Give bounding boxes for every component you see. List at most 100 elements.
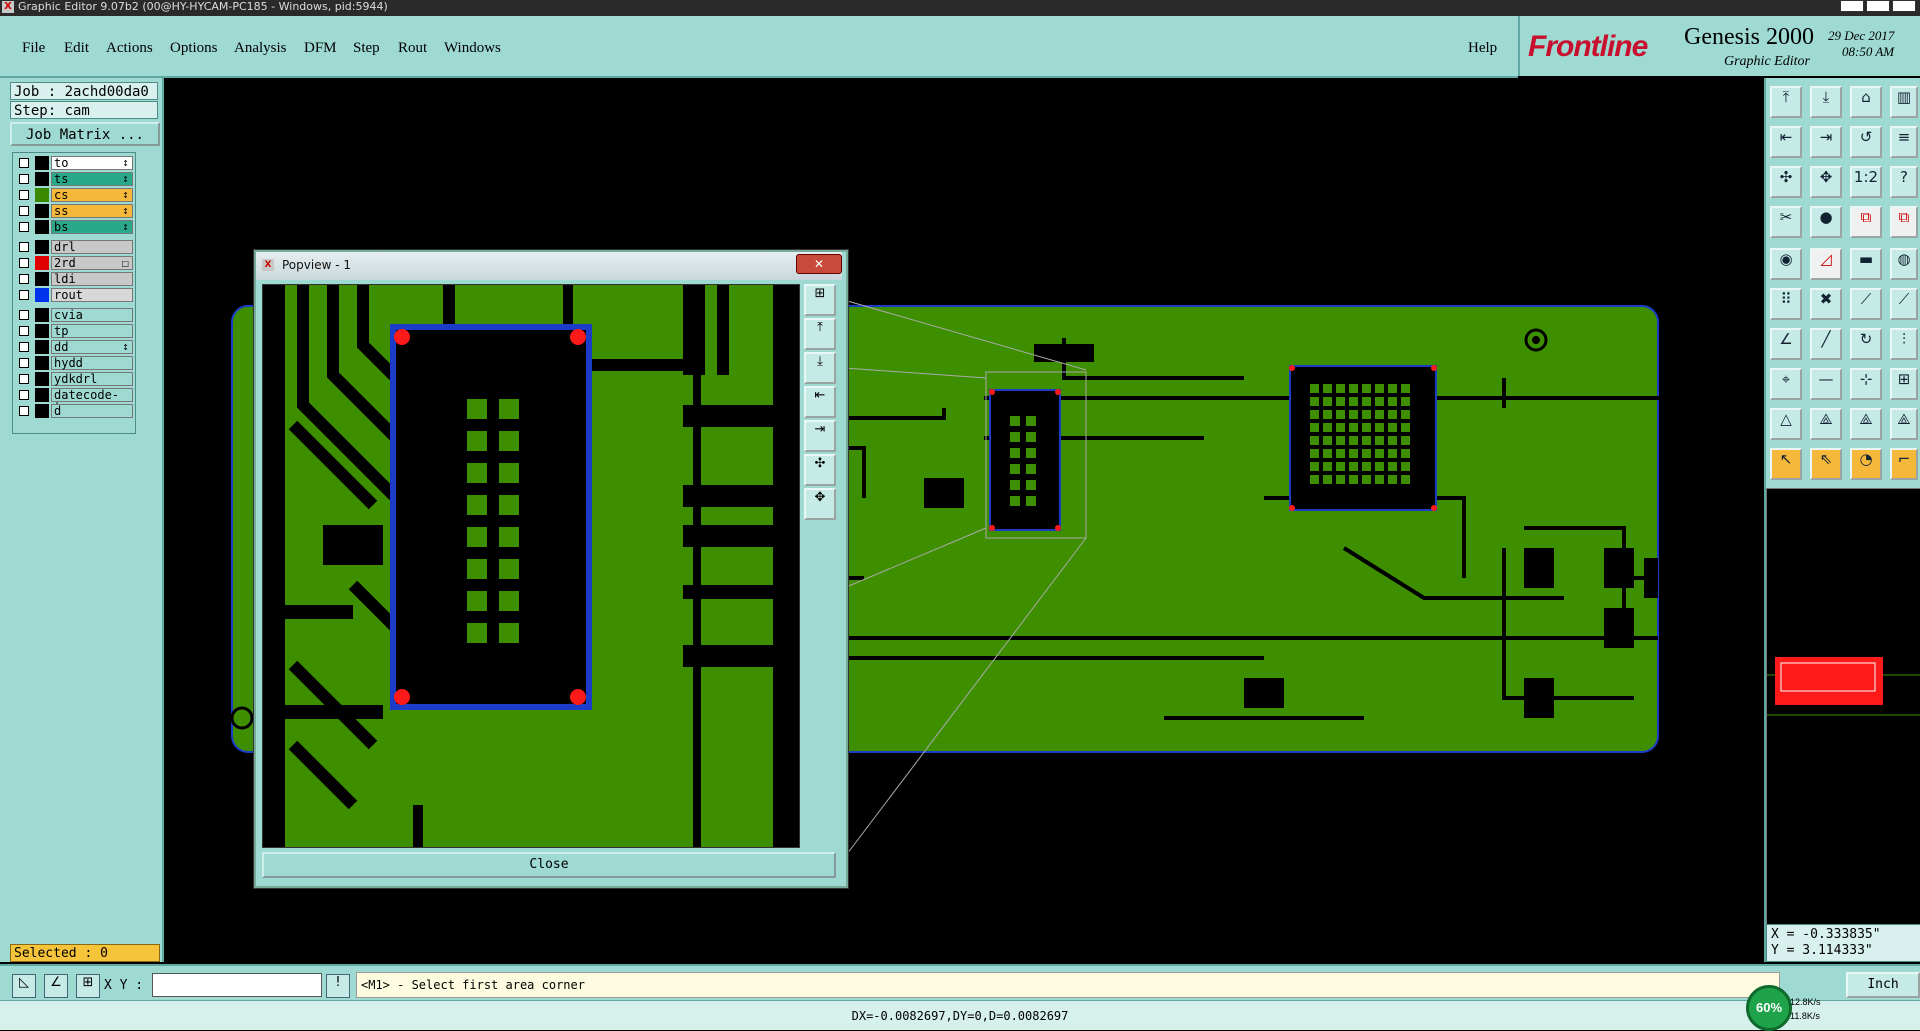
layer-checkbox[interactable] — [19, 274, 29, 284]
tool-button-r1-c4-icon[interactable]: ▥ — [1890, 86, 1918, 118]
layer-color-swatch[interactable] — [35, 308, 49, 322]
layer-color-swatch[interactable] — [35, 324, 49, 338]
layer-checkbox[interactable] — [19, 206, 29, 216]
layer-name[interactable]: hydd — [51, 356, 133, 370]
tool-button-r4-c4-icon[interactable]: ⧉ — [1890, 206, 1918, 238]
layer-name[interactable]: d — [51, 404, 133, 418]
layer-row-ldi[interactable]: ldi — [15, 272, 133, 286]
popview-canvas[interactable] — [262, 284, 800, 848]
menu-windows[interactable]: Windows — [444, 40, 501, 57]
maximize-button[interactable] — [1866, 0, 1890, 12]
measure-icon[interactable]: ∠ — [44, 974, 68, 998]
popview-titlebar[interactable]: X Popview - 1 ✕ — [256, 252, 842, 280]
layer-checkbox[interactable] — [19, 406, 29, 416]
tool-button-r2-c2-icon[interactable]: ⇥ — [1810, 126, 1842, 158]
tool-button-r2-c1-icon[interactable]: ⇤ — [1770, 126, 1802, 158]
close-window-button[interactable] — [1892, 0, 1916, 12]
tool-button-r7-c4-icon[interactable]: ⫶ — [1890, 328, 1918, 360]
tool-button-r9-c3-icon[interactable]: ⟁ — [1850, 408, 1882, 440]
layer-name[interactable]: bs ↕ — [51, 220, 133, 234]
grid-icon[interactable]: ⊞ — [76, 974, 100, 998]
layer-name[interactable]: datecode-to — [51, 388, 133, 413]
layer-color-swatch[interactable] — [35, 388, 49, 402]
tool-button-r1-c3-icon[interactable]: ⌂ — [1850, 86, 1882, 118]
layer-name[interactable]: tp — [51, 324, 133, 338]
layer-checkbox[interactable] — [19, 310, 29, 320]
tool-button-r10-c1-icon[interactable]: ↖ — [1770, 448, 1802, 480]
tool-button-r3-c3-icon[interactable]: 1:2 — [1850, 166, 1882, 198]
tool-button-r3-c4-icon[interactable]: ? — [1890, 166, 1918, 198]
menu-dfm[interactable]: DFM — [304, 40, 337, 57]
tool-button-r9-c2-icon[interactable]: ⟁ — [1810, 408, 1842, 440]
layer-row-2rd[interactable]: 2rd □ — [15, 256, 133, 270]
layer-color-swatch[interactable] — [35, 256, 49, 270]
popview-zoom-in-icon[interactable]: ✥ — [804, 488, 836, 520]
menu-rout[interactable]: Rout — [398, 40, 427, 57]
layer-checkbox[interactable] — [19, 374, 29, 384]
popview-left-icon[interactable]: ⇤ — [804, 386, 836, 418]
layer-color-swatch[interactable] — [35, 404, 49, 418]
layer-name[interactable]: ydkdrl — [51, 372, 133, 386]
tool-button-r4-c2-icon[interactable]: ● — [1810, 206, 1842, 238]
tool-button-r6-c4-icon[interactable]: ⟋ — [1890, 288, 1918, 320]
layer-checkbox[interactable] — [19, 222, 29, 232]
popview-import-icon[interactable]: ⤓ — [804, 352, 836, 384]
layer-row-rout[interactable]: rout — [15, 288, 133, 302]
layer-checkbox[interactable] — [19, 258, 29, 268]
layer-checkbox[interactable] — [19, 390, 29, 400]
layer-color-swatch[interactable] — [35, 188, 49, 202]
menu-analysis[interactable]: Analysis — [234, 40, 287, 57]
layer-name[interactable]: ldi — [51, 272, 133, 286]
popview-right-icon[interactable]: ⇥ — [804, 420, 836, 452]
layer-checkbox[interactable] — [19, 158, 29, 168]
layer-checkbox[interactable] — [19, 242, 29, 252]
popview-export-icon[interactable]: ⤒ — [804, 318, 836, 350]
layer-name[interactable]: to ↕ — [51, 156, 133, 170]
warning-icon[interactable]: ! — [326, 974, 350, 998]
tool-button-r2-c4-icon[interactable]: ≡ — [1890, 126, 1918, 158]
layer-row-cs[interactable]: cs ↕ — [15, 188, 133, 202]
tool-button-r8-c1-icon[interactable]: ⌖ — [1770, 368, 1802, 400]
layer-row-ss[interactable]: ss ↕ — [15, 204, 133, 218]
tool-button-r10-c4-icon[interactable]: ⌐ — [1890, 448, 1918, 480]
layer-row-tp[interactable]: tp — [15, 324, 133, 338]
layer-color-swatch[interactable] — [35, 272, 49, 286]
menu-options[interactable]: Options — [170, 40, 218, 57]
layer-name[interactable]: drl — [51, 240, 133, 254]
layer-name[interactable]: ss ↕ — [51, 204, 133, 218]
popview-fit-icon[interactable]: ⊞ — [804, 284, 836, 316]
layer-color-swatch[interactable] — [35, 156, 49, 170]
tool-button-r8-c2-icon[interactable]: — — [1810, 368, 1842, 400]
popview-zoom-out-icon[interactable]: ✣ — [804, 454, 836, 486]
layer-color-swatch[interactable] — [35, 240, 49, 254]
tool-button-r6-c2-icon[interactable]: ✖ — [1810, 288, 1842, 320]
layer-color-swatch[interactable] — [35, 372, 49, 386]
layer-color-swatch[interactable] — [35, 356, 49, 370]
layer-name[interactable]: cs ↕ — [51, 188, 133, 202]
tool-button-r2-c3-icon[interactable]: ↺ — [1850, 126, 1882, 158]
menu-edit[interactable]: Edit — [64, 40, 89, 57]
layer-row-hydd[interactable]: hydd — [15, 356, 133, 370]
layer-name[interactable]: rout — [51, 288, 133, 302]
layer-row-dd[interactable]: dd ↕ — [15, 340, 133, 354]
menu-step[interactable]: Step — [353, 40, 380, 57]
tool-button-r1-c1-icon[interactable]: ⤒ — [1770, 86, 1802, 118]
menu-actions[interactable]: Actions — [106, 40, 153, 57]
layer-row-bs[interactable]: bs ↕ — [15, 220, 133, 234]
tool-button-r5-c4-icon[interactable]: ◍ — [1890, 248, 1918, 280]
tool-button-r3-c1-icon[interactable]: ✣ — [1770, 166, 1802, 198]
layer-name[interactable]: 2rd □ — [51, 256, 133, 270]
popview-close-icon[interactable]: ✕ — [796, 254, 842, 274]
tool-button-r9-c1-icon[interactable]: △ — [1770, 408, 1802, 440]
tool-button-r8-c3-icon[interactable]: ⊹ — [1850, 368, 1882, 400]
menu-help[interactable]: Help — [1468, 40, 1497, 57]
layer-row-ts[interactable]: ts ↕ — [15, 172, 133, 186]
layer-row-to[interactable]: to ↕ — [15, 156, 133, 170]
tool-button-r5-c1-icon[interactable]: ◉ — [1770, 248, 1802, 280]
layer-checkbox[interactable] — [19, 342, 29, 352]
tool-button-r6-c3-icon[interactable]: ⟋ — [1850, 288, 1882, 320]
minimize-button[interactable] — [1840, 0, 1864, 12]
layer-checkbox[interactable] — [19, 174, 29, 184]
layer-checkbox[interactable] — [19, 326, 29, 336]
layer-name[interactable]: cvia — [51, 308, 133, 322]
